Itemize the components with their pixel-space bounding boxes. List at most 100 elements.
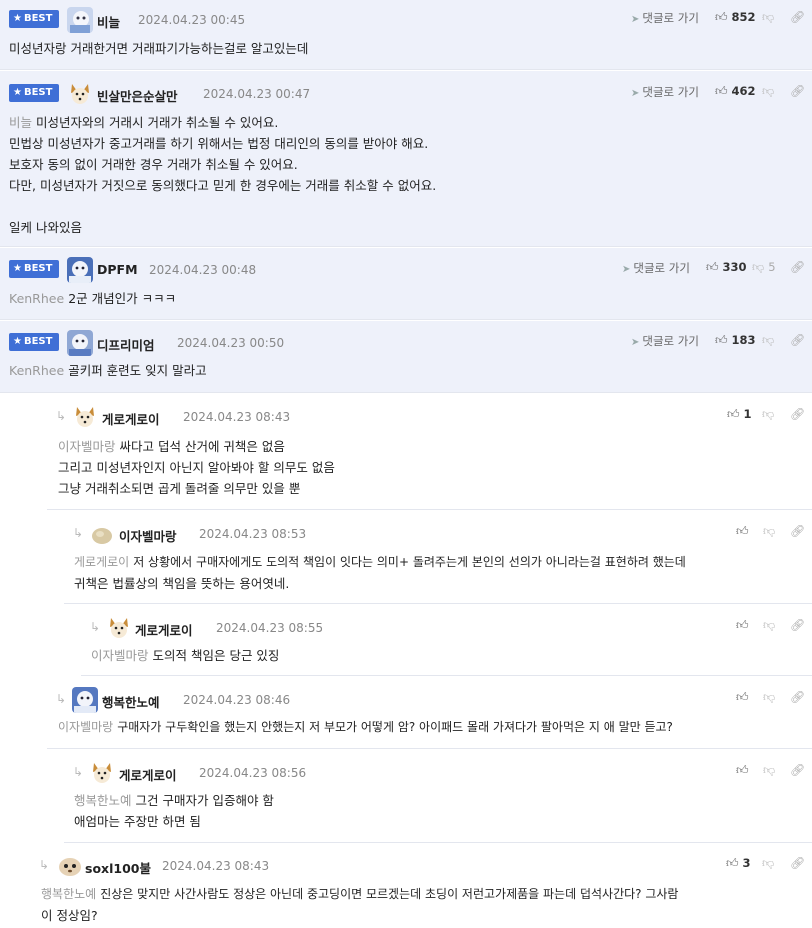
mention-name[interactable]: 행복한노예: [74, 793, 132, 808]
like-button[interactable]: 👍︎ 183: [715, 333, 756, 348]
comment-line: 구매자가 구두확인을 했는지 안했는지 저 부모가 어떻게 암? 아이패드 몰래…: [117, 720, 673, 734]
like-button[interactable]: 👍︎: [736, 618, 753, 633]
mention-name[interactable]: KenRhee: [9, 291, 64, 306]
like-button[interactable]: 👍︎ 3: [726, 856, 751, 871]
dislike-button[interactable]: 👎︎: [762, 407, 778, 422]
send-icon: ➤: [631, 14, 640, 25]
comment-author[interactable]: DPFM: [97, 262, 138, 277]
comment-line: 싸다고 덥석 산거에 귀책은 없음: [119, 439, 285, 454]
comment-line: 미성년자랑 거래한거면 거래파기가능하는걸로 알고있는데: [9, 41, 309, 56]
avatar[interactable]: [57, 853, 83, 879]
comment-author[interactable]: 게로게로이: [102, 409, 160, 428]
comment-body: 이자벨마랑 도의적 책임은 당근 있징: [91, 645, 796, 666]
link-icon[interactable]: 🔗︎: [790, 856, 805, 870]
thumbs-down-icon: 👎︎: [762, 333, 775, 347]
send-icon: ➤: [631, 337, 640, 348]
avatar[interactable]: [67, 7, 93, 33]
comment-author[interactable]: 디프리미엄: [97, 335, 155, 354]
thumbs-down-icon: 👎︎: [762, 84, 775, 98]
goto-reply-button[interactable]: ➤ 댓글로 가기: [622, 260, 690, 276]
link-icon[interactable]: 🔗︎: [790, 260, 805, 274]
avatar[interactable]: [106, 615, 132, 641]
thumbs-up-icon: 👍︎: [736, 690, 749, 704]
send-icon: ➤: [622, 264, 631, 275]
star-icon: ★: [13, 336, 22, 347]
comment-author[interactable]: 게로게로이: [119, 765, 177, 784]
like-button[interactable]: 👍︎ 1: [727, 407, 752, 422]
goto-reply-button[interactable]: ➤ 댓글로 가기: [631, 84, 699, 100]
comment-author[interactable]: 행복한노예: [102, 692, 160, 711]
comment-item: ↳ 게로게로이 2024.04.23 08:55 👍︎ 👎︎ 🔗︎ 이자벨마랑 도…: [81, 605, 812, 676]
comment-date: 2024.04.23 08:46: [183, 693, 291, 707]
mention-name[interactable]: KenRhee: [9, 363, 64, 378]
avatar[interactable]: [67, 330, 93, 356]
comment-body: 행복한노예 진상은 맞지만 사간사람도 정상은 아닌데 중고딩이면 모르겠는데 초…: [41, 884, 808, 926]
dislike-button[interactable]: 👎︎: [763, 763, 779, 778]
link-icon[interactable]: 🔗︎: [790, 10, 805, 24]
like-button[interactable]: 👍︎ 462: [715, 84, 756, 99]
comment-item: ↳ soxl100불 2024.04.23 08:43 👍︎ 3 👎︎ 🔗︎ 행복…: [30, 844, 812, 928]
dislike-button[interactable]: 👎︎: [762, 333, 778, 348]
dislike-button[interactable]: 👎︎: [763, 524, 779, 539]
dislike-button[interactable]: 👎︎: [763, 618, 779, 633]
dislike-button[interactable]: 👎︎: [762, 10, 778, 25]
link-icon[interactable]: 🔗︎: [790, 690, 805, 704]
comment-line: 그건 구매자가 입증해야 함: [135, 793, 274, 808]
comment-line: 그냥 거래취소되면 곱게 돌려줄 의무만 있을 뿐: [58, 481, 301, 496]
avatar[interactable]: [67, 81, 93, 107]
reply-arrow-icon: ↳: [56, 409, 67, 423]
comment-author[interactable]: 빈살만은순살만: [97, 86, 178, 105]
goto-reply-button[interactable]: ➤ 댓글로 가기: [631, 10, 699, 26]
comment-author[interactable]: 이자벨마랑: [119, 526, 177, 545]
dislike-button[interactable]: 👎︎ 5: [752, 260, 776, 275]
comment-author[interactable]: 게로게로이: [135, 620, 193, 639]
thumbs-up-icon: 👍︎: [736, 524, 749, 538]
comment-line: 민법상 미성년자가 중고거래를 하기 위해서는 법정 대리인의 동의를 받아야 …: [9, 136, 429, 151]
mention-name[interactable]: 이자벨마랑: [91, 648, 149, 663]
avatar[interactable]: [89, 760, 115, 786]
send-icon: ➤: [631, 88, 640, 99]
mention-name[interactable]: 이자벨마랑: [58, 439, 116, 454]
dislike-button[interactable]: 👎︎: [762, 856, 778, 871]
like-button[interactable]: 👍︎: [736, 690, 753, 705]
link-icon[interactable]: 🔗︎: [790, 407, 805, 421]
like-button[interactable]: 👍︎ 852: [715, 10, 756, 25]
comment-author[interactable]: 비늘: [97, 12, 120, 31]
link-icon[interactable]: 🔗︎: [790, 763, 805, 777]
link-icon[interactable]: 🔗︎: [790, 84, 805, 98]
like-button[interactable]: 👍︎: [736, 524, 753, 539]
mention-name[interactable]: 행복한노예: [41, 887, 96, 901]
avatar[interactable]: [89, 521, 115, 547]
thumbs-up-icon: 👍︎: [715, 333, 728, 347]
best-badge: ★ BEST: [9, 84, 59, 102]
link-icon[interactable]: 🔗︎: [790, 524, 805, 538]
comment-line: 미성년자와의 거래시 거래가 취소될 수 있어요.: [36, 115, 279, 130]
mention-name[interactable]: 이자벨마랑: [58, 720, 113, 734]
comment-body: KenRhee 2군 개념인가 ㅋㅋㅋ: [9, 288, 796, 309]
mention-name[interactable]: 비늘: [9, 115, 32, 130]
comment-line: 귀책은 법률상의 책임을 뜻하는 용어엿네.: [74, 576, 290, 591]
comment-author[interactable]: soxl100불: [85, 858, 151, 877]
avatar[interactable]: [72, 404, 98, 430]
avatar[interactable]: [67, 257, 93, 283]
like-button[interactable]: 👍︎ 330: [706, 260, 747, 275]
dislike-button[interactable]: 👎︎: [762, 84, 778, 99]
goto-reply-button[interactable]: ➤ 댓글로 가기: [631, 333, 699, 349]
comment-body: 행복한노예 그건 구매자가 입증해야 함 애엄마는 주장만 하면 됨: [74, 790, 796, 832]
comment-date: 2024.04.23 08:53: [199, 527, 307, 541]
link-icon[interactable]: 🔗︎: [790, 618, 805, 632]
comment-line: 애엄마는 주장만 하면 됨: [74, 814, 201, 829]
mention-name[interactable]: 게로게로이: [74, 555, 129, 569]
thumbs-up-icon: 👍︎: [726, 856, 739, 870]
star-icon: ★: [13, 263, 22, 274]
comment-line: 다만, 미성년자가 거짓으로 동의했다고 믿게 한 경우에는 거래를 취소할 수…: [9, 178, 437, 193]
dislike-button[interactable]: 👎︎: [763, 690, 779, 705]
comment-item: ↳ 게로게로이 2024.04.23 08:43 👍︎ 1 👎︎ 🔗︎ 이자벨마랑…: [47, 394, 812, 510]
comment-item: ↳ 게로게로이 2024.04.23 08:56 👍︎ 👎︎ 🔗︎ 행복한노예 그…: [64, 750, 812, 843]
comment-body: 미성년자랑 거래한거면 거래파기가능하는걸로 알고있는데: [9, 38, 796, 59]
avatar[interactable]: [72, 687, 98, 713]
link-icon[interactable]: 🔗︎: [790, 333, 805, 347]
comment-item: ↳ 이자벨마랑 2024.04.23 08:53 👍︎ 👎︎ 🔗︎ 게로게로이 저…: [64, 511, 812, 604]
comment-item: ↳ 행복한노예 2024.04.23 08:46 👍︎ 👎︎ 🔗︎ 이자벨마랑 구…: [47, 677, 812, 749]
like-button[interactable]: 👍︎: [736, 763, 753, 778]
